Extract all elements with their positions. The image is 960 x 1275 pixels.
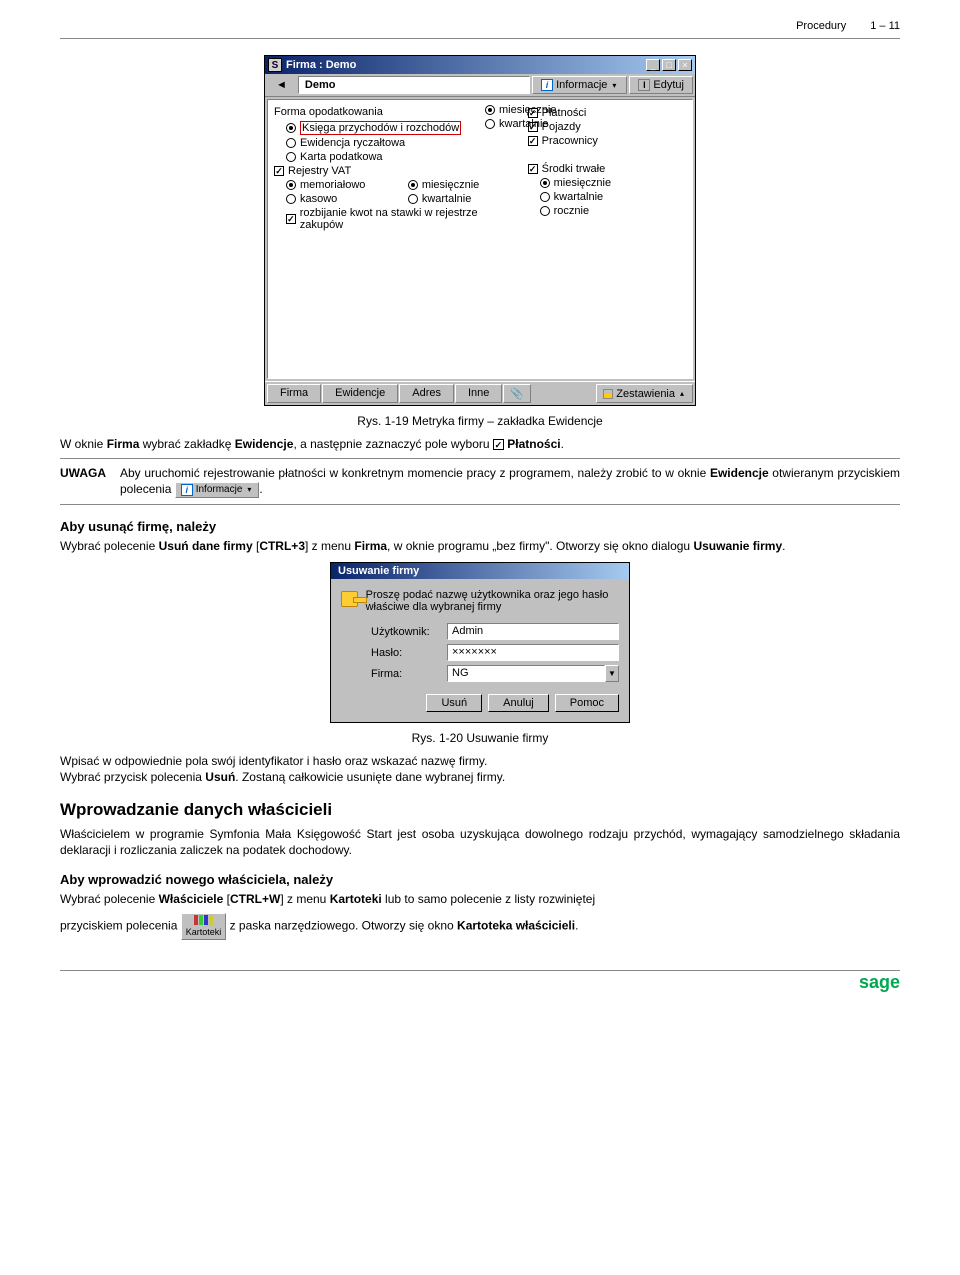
tab-firma[interactable]: Firma xyxy=(267,384,321,403)
para-3: Wpisać w odpowiednie pola swój identyfik… xyxy=(60,753,900,769)
edytuj-button[interactable]: IEdytuj xyxy=(629,76,693,94)
uwaga-label: UWAGA xyxy=(60,465,106,498)
inline-informacje-button: iInformacje▾ xyxy=(175,482,260,498)
header-rule xyxy=(60,38,900,39)
row-firma: Firma: NG ▼ xyxy=(371,665,619,682)
label-firma: Firma: xyxy=(371,668,441,680)
usun-button[interactable]: Usuń xyxy=(426,694,482,712)
radio-forma-miesiecznie[interactable]: miesięcznie xyxy=(485,103,556,117)
caret-up-icon: ▴ xyxy=(678,390,686,398)
tab-inne[interactable]: Inne xyxy=(455,384,502,403)
radio-st-kwartalnie[interactable]: kwartalnie xyxy=(528,190,686,204)
app-icon: S xyxy=(268,58,282,72)
radio-vat-kwartalnie[interactable]: kwartalnie xyxy=(396,192,518,206)
tab-ewidencje[interactable]: Ewidencje xyxy=(322,384,398,403)
tab-adres[interactable]: Adres xyxy=(399,384,454,403)
window-title: Firma : Demo xyxy=(286,59,644,71)
heading-usun: Aby usunąć firmę, należy xyxy=(60,519,900,534)
radio-vat-miesiecznie[interactable]: miesięcznie xyxy=(396,178,518,192)
input-haslo[interactable]: ××××××× xyxy=(447,644,619,661)
radio-ksiega[interactable]: Księga przychodów i rozchodów xyxy=(274,120,518,136)
input-uzytkownik[interactable]: Admin xyxy=(447,623,619,640)
header-section: Procedury xyxy=(796,20,846,32)
radio-st-rocznie[interactable]: rocznie xyxy=(528,204,686,218)
dialog-titlebar[interactable]: Usuwanie firmy xyxy=(331,563,629,579)
heading-wprowadzanie: Wprowadzanie danych właścicieli xyxy=(60,800,900,820)
row-haslo: Hasło: ××××××× xyxy=(371,644,619,661)
para-2: Wybrać polecenie Usuń dane firmy [CTRL+3… xyxy=(60,538,900,554)
uwaga-block: UWAGA Aby uruchomić rejestrowanie płatno… xyxy=(60,465,900,498)
para-6: Wybrać polecenie Właściciele [CTRL+W] z … xyxy=(60,891,900,907)
radio-forma-kwartalnie[interactable]: kwartalnie xyxy=(485,117,556,131)
firma-window: S Firma : Demo _ □ × ◄ Demo iInformacje▾… xyxy=(264,55,696,406)
figure-caption-2: Rys. 1-20 Usuwanie firmy xyxy=(60,731,900,745)
dialog-title: Usuwanie firmy xyxy=(334,565,626,577)
top-toolbar: ◄ Demo iInformacje▾ IEdytuj xyxy=(265,74,695,97)
check-rejestry-vat[interactable]: Rejestry VAT xyxy=(274,164,518,178)
firma-name-field[interactable]: Demo xyxy=(298,76,530,94)
para-7: przyciskiem polecenia Kartoteki z paska … xyxy=(60,913,900,940)
maximize-button[interactable]: □ xyxy=(662,59,676,71)
radio-ewidencja[interactable]: Ewidencja ryczałtowa xyxy=(274,136,518,150)
key-icon xyxy=(341,591,358,607)
para-5: Właścicielem w programie Symfonia Mała K… xyxy=(60,826,900,858)
zestawienia-button[interactable]: Zestawienia▴ xyxy=(596,384,693,403)
label-uzytkownik: Użytkownik: xyxy=(371,626,441,638)
tab-attachment[interactable]: 📎 xyxy=(503,384,531,403)
anuluj-button[interactable]: Anuluj xyxy=(488,694,549,712)
para-4: Wybrać przycisk polecenia Usuń. Zostaną … xyxy=(60,769,900,785)
pomoc-button[interactable]: Pomoc xyxy=(555,694,619,712)
kartoteki-toolbar-button: Kartoteki xyxy=(181,913,227,940)
rule-1 xyxy=(60,458,900,459)
check-rozbijanie[interactable]: rozbijanie kwot na stawki w rejestrze za… xyxy=(274,206,518,232)
content-pane: Forma opodatkowania Księga przychodów i … xyxy=(267,99,693,379)
forma-label: Forma opodatkowania xyxy=(274,106,518,118)
info-icon: i xyxy=(541,79,553,91)
edit-icon: I xyxy=(638,79,650,91)
figure-caption-1: Rys. 1-19 Metryka firmy – zakładka Ewide… xyxy=(60,414,900,428)
row-uzytkownik: Użytkownik: Admin xyxy=(371,623,619,640)
titlebar[interactable]: S Firma : Demo _ □ × xyxy=(265,56,695,74)
books-icon xyxy=(194,915,213,925)
radio-memorialowo[interactable]: memoriałowo xyxy=(274,178,396,192)
radio-karta[interactable]: Karta podatkowa xyxy=(274,150,518,164)
inline-checkbox-icon xyxy=(493,439,504,450)
info-icon: i xyxy=(181,484,193,496)
dialog-message: Proszę podać nazwę użytkownika oraz jego… xyxy=(341,589,619,613)
label-haslo: Hasło: xyxy=(371,647,441,659)
sage-logo: sage xyxy=(859,972,900,993)
minimize-button[interactable]: _ xyxy=(646,59,660,71)
check-pracownicy[interactable]: Pracownicy xyxy=(528,134,686,148)
heading-nowy-wlasciciel: Aby wprowadzić nowego właściciela, należ… xyxy=(60,872,900,887)
usuwanie-dialog: Usuwanie firmy Proszę podać nazwę użytko… xyxy=(330,562,630,723)
radio-st-miesiecznie[interactable]: miesięcznie xyxy=(528,176,686,190)
footer-rule xyxy=(60,970,900,971)
dropdown-arrow-icon[interactable]: ▼ xyxy=(605,665,619,682)
para-1: W oknie Firma wybrać zakładkę Ewidencje,… xyxy=(60,436,900,452)
chart-icon xyxy=(603,389,613,399)
informacje-button[interactable]: iInformacje▾ xyxy=(532,76,627,94)
close-button[interactable]: × xyxy=(678,59,692,71)
radio-kasowo[interactable]: kasowo xyxy=(274,192,396,206)
bottom-tabs: Firma Ewidencje Adres Inne 📎 Zestawienia… xyxy=(265,381,695,405)
rule-2 xyxy=(60,504,900,505)
paperclip-icon: 📎 xyxy=(510,387,524,400)
prev-button[interactable]: ◄ xyxy=(267,76,296,94)
select-firma[interactable]: NG xyxy=(447,665,605,682)
check-srodki-trwale[interactable]: Środki trwałe xyxy=(528,162,686,176)
header-page: 1 – 11 xyxy=(870,20,900,32)
